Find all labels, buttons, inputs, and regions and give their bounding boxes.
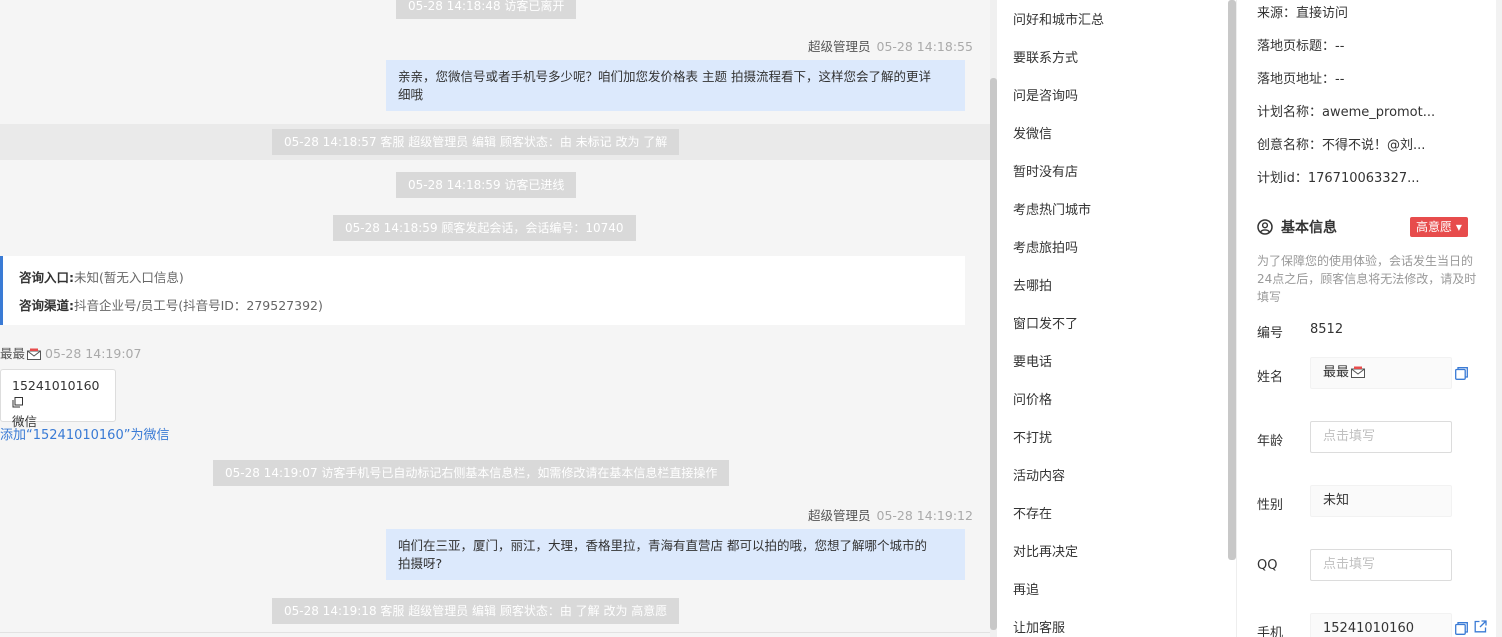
- quick-reply-item[interactable]: 窗口发不了: [1013, 313, 1078, 332]
- copy-icon[interactable]: [1455, 622, 1468, 635]
- quick-reply-item[interactable]: 让加客服: [1013, 617, 1065, 636]
- copy-icon[interactable]: [1455, 367, 1468, 380]
- section-title-text: 基本信息: [1281, 220, 1337, 236]
- quick-reply-scrollbar[interactable]: [1228, 0, 1236, 560]
- gender-select[interactable]: 未知: [1310, 485, 1452, 517]
- quick-reply-item[interactable]: 发微信: [1013, 123, 1052, 142]
- qq-input[interactable]: 点击填写: [1310, 549, 1452, 581]
- intent-tag-dropdown[interactable]: 高意愿 ▾: [1410, 217, 1468, 237]
- message-line: 亲亲，您微信号或者手机号多少呢？咱们加您发价格表 主题 拍摄流程看下，这样您会了…: [398, 69, 931, 84]
- quick-reply-list: 问好和城市汇总 要联系方式 问是咨询吗 发微信 暂时没有店 考虑热门城市 考虑旅…: [997, 0, 1227, 637]
- event-pill: 05-28 14:18:48 访客已离开: [396, 0, 577, 19]
- workspace: 05-28 14:18:48 访客已离开 超级管理员 05-28 14:18:55…: [0, 0, 1502, 637]
- quick-reply-item[interactable]: 活动内容: [1013, 465, 1065, 484]
- field-label: 年龄: [1257, 434, 1284, 449]
- quick-reply-item[interactable]: 不打扰: [1013, 427, 1052, 446]
- quick-reply-item[interactable]: 问价格: [1013, 389, 1052, 408]
- add-wechat-link[interactable]: 添加“15241010160”为微信: [0, 424, 169, 443]
- edit-deadline-note: 为了保障您的使用体验，会话发生当日的24点之后，顾客信息将无法修改，请及时填写: [1257, 254, 1477, 304]
- message-line: 咱们在三亚，厦门，丽江，大理，香格里拉，青海有直营店 都可以拍的哦，您想了解哪个…: [398, 538, 927, 553]
- event-pill: 05-28 14:19:18 客服 超级管理员 编辑 顾客状态：由 了解 改为 …: [272, 598, 680, 624]
- visitor-name: 最最: [0, 346, 26, 361]
- event-pill: 05-28 14:18:57 客服 超级管理员 编辑 顾客状态：由 未标记 改为…: [272, 129, 680, 155]
- message-line: 拍摄呀?: [398, 556, 443, 571]
- field-label: 手机: [1257, 626, 1284, 637]
- event-pill: 05-28 14:18:59 顾客发起会话，会话编号：10740: [333, 215, 636, 241]
- envelope-icon: [1351, 366, 1366, 378]
- message-meta: 超级管理员 05-28 14:18:55: [808, 36, 973, 55]
- consult-info-card: 咨询入口:未知(暂无入口信息) 咨询渠道:抖音企业号/员工号(抖音号ID：279…: [0, 256, 965, 325]
- agent-message-bubble: 咱们在三亚，厦门，丽江，大理，香格里拉，青海有直营店 都可以拍的哦，您想了解哪个…: [386, 529, 965, 580]
- channel-value: 抖音企业号/员工号(抖音号ID：279527392): [74, 298, 323, 313]
- plan-id-row: 计划id：176710063327...: [1257, 171, 1420, 186]
- visitor-meta: 最最 05-28 14:19:07: [0, 343, 141, 362]
- entry-label: 咨询入口:: [19, 270, 74, 285]
- field-label: 编号: [1257, 326, 1284, 341]
- customer-info-panel: 来源：直接访问 落地页标题：-- 落地页地址：-- 计划名称：aweme_pro…: [1237, 0, 1502, 637]
- copy-icon[interactable]: [12, 397, 23, 408]
- phone-field[interactable]: 15241010160: [1310, 613, 1452, 637]
- event-pill: 05-28 14:18:59 访客已进线: [396, 172, 577, 198]
- quick-reply-item[interactable]: 不存在: [1013, 503, 1052, 522]
- entry-value: 未知(暂无入口信息): [74, 270, 184, 285]
- envelope-icon: [27, 348, 42, 360]
- quick-reply-item[interactable]: 再追: [1013, 579, 1039, 598]
- side-scrollbar-track[interactable]: [1496, 0, 1502, 637]
- quick-reply-item[interactable]: 考虑热门城市: [1013, 199, 1091, 218]
- event-pill: 05-28 14:19:07 访客手机号已自动标记右侧基本信息栏，如需修改请在基…: [213, 460, 730, 486]
- creative-name-row: 创意名称：不得不说！@刘...: [1257, 138, 1426, 153]
- phone-number: 15241010160: [12, 378, 100, 393]
- phone-row: 15241010160: [12, 377, 104, 413]
- user-circle-icon: [1257, 219, 1273, 235]
- visitor-phone-card: 15241010160 微信: [0, 369, 116, 429]
- agent-name: 超级管理员: [808, 508, 871, 523]
- quick-reply-item[interactable]: 去哪拍: [1013, 275, 1052, 294]
- basic-info-title: 基本信息: [1257, 217, 1337, 237]
- agent-name: 超级管理员: [808, 39, 871, 54]
- quick-reply-item[interactable]: 暂时没有店: [1013, 161, 1078, 180]
- chat-scrollbar-thumb[interactable]: [990, 78, 997, 630]
- divider: [0, 632, 990, 633]
- chat-panel: 05-28 14:18:48 访客已离开 超级管理员 05-28 14:18:55…: [0, 0, 990, 637]
- field-label: QQ: [1257, 558, 1278, 573]
- message-line: 细哦: [398, 87, 424, 102]
- message-meta: 超级管理员 05-28 14:19:12: [808, 505, 973, 524]
- age-input[interactable]: 点击填写: [1310, 421, 1452, 453]
- quick-reply-item[interactable]: 考虑旅拍吗: [1013, 237, 1078, 256]
- customer-id-value: 8512: [1310, 322, 1344, 337]
- quick-reply-item[interactable]: 问是咨询吗: [1013, 85, 1078, 104]
- quick-reply-item[interactable]: 问好和城市汇总: [1013, 9, 1104, 28]
- message-time: 05-28 14:18:55: [876, 39, 973, 54]
- source-row: 来源：直接访问: [1257, 6, 1349, 21]
- consult-entry-row: 咨询入口:未知(暂无入口信息): [19, 264, 949, 292]
- quick-reply-item[interactable]: 要电话: [1013, 351, 1052, 370]
- field-label: 性别: [1257, 498, 1284, 513]
- field-label: 姓名: [1257, 370, 1284, 385]
- channel-label: 咨询渠道:: [19, 298, 74, 313]
- external-link-icon[interactable]: [1474, 620, 1487, 633]
- landing-url-row: 落地页地址：--: [1257, 72, 1345, 87]
- quick-reply-item[interactable]: 对比再决定: [1013, 541, 1078, 560]
- message-time: 05-28 14:19:12: [876, 508, 973, 523]
- landing-title-row: 落地页标题：--: [1257, 39, 1345, 54]
- quick-reply-item[interactable]: 要联系方式: [1013, 47, 1078, 66]
- plan-name-row: 计划名称：aweme_promot...: [1257, 105, 1436, 120]
- name-field[interactable]: 最最: [1310, 357, 1452, 389]
- consult-channel-row: 咨询渠道:抖音企业号/员工号(抖音号ID：279527392): [19, 292, 949, 320]
- message-time: 05-28 14:19:07: [45, 346, 142, 361]
- agent-message-bubble: 亲亲，您微信号或者手机号多少呢？咱们加您发价格表 主题 拍摄流程看下，这样您会了…: [386, 60, 965, 111]
- name-value: 最最: [1323, 365, 1350, 380]
